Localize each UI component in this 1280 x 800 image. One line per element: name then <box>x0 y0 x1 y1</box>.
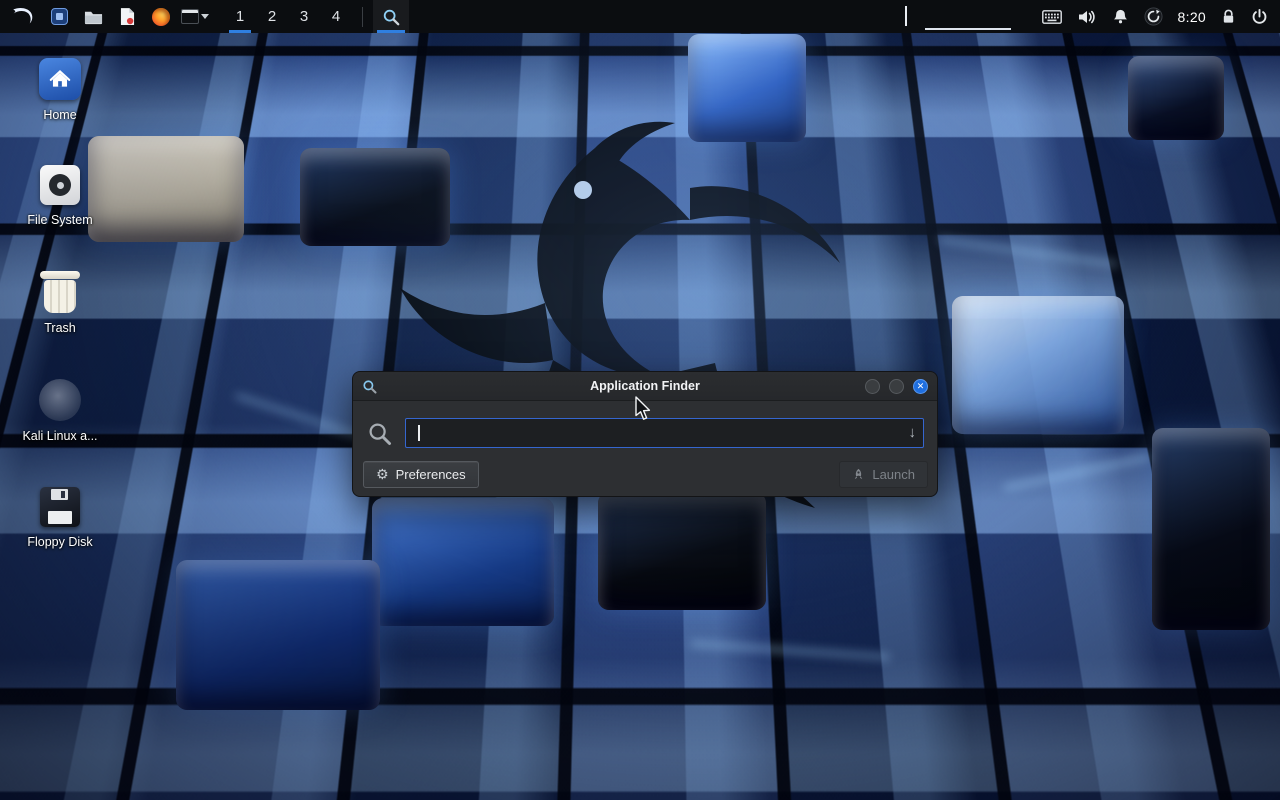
updates-applet[interactable] <box>1144 0 1163 33</box>
top-panel: 1 2 3 4 <box>0 0 1280 33</box>
trash-icon <box>42 271 78 313</box>
preferences-button[interactable]: ⚙ Preferences <box>363 461 479 488</box>
update-icon <box>1144 7 1163 26</box>
window-controls: ✕ <box>865 379 928 394</box>
volume-control[interactable] <box>1077 0 1097 33</box>
panel-indicator-mark <box>905 6 907 26</box>
firefox-launcher[interactable] <box>146 0 176 33</box>
desktop-icon-home[interactable]: Home <box>12 58 108 122</box>
workspace-1[interactable]: 1 <box>224 0 256 33</box>
application-finder-window: Application Finder ✕ ↓ ⚙ Preferences <box>352 371 938 497</box>
workspace-switcher: 1 2 3 4 <box>224 0 352 33</box>
dashboard-launcher[interactable] <box>44 0 74 33</box>
launch-label: Launch <box>872 467 915 482</box>
desktop-icon-label: Trash <box>44 321 76 335</box>
launch-button[interactable]: Launch <box>839 461 928 488</box>
app-finder-icon <box>382 8 400 26</box>
file-system-icon <box>40 165 80 205</box>
panel-launchers <box>0 0 210 33</box>
bell-icon <box>1112 8 1129 25</box>
text-editor-launcher[interactable] <box>112 0 142 33</box>
lock-icon <box>1221 8 1236 25</box>
history-dropdown-icon[interactable]: ↓ <box>909 424 917 441</box>
search-icon <box>367 421 392 446</box>
keyboard-icon <box>1042 10 1062 24</box>
panel-separator <box>362 7 363 27</box>
desktop-icon-label: Floppy Disk <box>27 535 92 549</box>
workspace-2[interactable]: 2 <box>256 0 288 33</box>
terminal-icon <box>181 9 199 24</box>
text-editor-icon <box>120 7 135 26</box>
clock[interactable]: 8:20 <box>1178 0 1206 33</box>
taskbar-application-finder[interactable] <box>373 0 409 33</box>
workspace-3[interactable]: 3 <box>288 0 320 33</box>
window-app-finder-icon <box>362 379 377 394</box>
panel-indicator-line <box>925 28 1011 30</box>
desktop-icon-label: Kali Linux a... <box>22 429 97 443</box>
close-button[interactable]: ✕ <box>913 379 928 394</box>
desktop-icon-label: File System <box>27 213 92 227</box>
gear-icon: ⚙ <box>376 467 389 483</box>
home-icon <box>39 58 81 100</box>
screen-lock[interactable] <box>1221 0 1236 33</box>
power-menu[interactable] <box>1251 0 1268 33</box>
mouse-cursor <box>634 396 653 422</box>
chevron-down-icon[interactable] <box>201 14 209 19</box>
terminal-launcher[interactable] <box>180 0 210 33</box>
system-tray: 8:20 <box>1042 0 1280 33</box>
file-manager-icon <box>84 9 103 25</box>
preferences-label: Preferences <box>396 467 466 482</box>
kali-logo-icon <box>10 4 36 30</box>
workspace-4[interactable]: 4 <box>320 0 352 33</box>
dialog-buttons: ⚙ Preferences Launch <box>353 448 937 496</box>
power-icon <box>1251 8 1268 25</box>
window-title: Application Finder <box>353 379 937 393</box>
desktop-icon-file-system[interactable]: File System <box>12 165 108 227</box>
desktop-icon-kali-docs[interactable]: Kali Linux a... <box>12 379 108 443</box>
text-caret <box>418 425 420 441</box>
file-manager-launcher[interactable] <box>78 0 108 33</box>
maximize-button[interactable] <box>889 379 904 394</box>
floppy-disk-icon <box>40 487 80 527</box>
desktop-icon-floppy[interactable]: Floppy Disk <box>12 487 108 549</box>
desktop-icon-trash[interactable]: Trash <box>12 271 108 335</box>
volume-icon <box>1077 9 1097 25</box>
desktop-icon-label: Home <box>43 108 76 122</box>
kali-docs-icon <box>39 379 81 421</box>
notifications[interactable] <box>1112 0 1129 33</box>
search-input[interactable]: ↓ <box>405 418 924 448</box>
keyboard-indicator[interactable] <box>1042 0 1062 33</box>
launch-icon <box>852 468 865 481</box>
dashboard-icon <box>51 8 68 25</box>
minimize-button[interactable] <box>865 379 880 394</box>
firefox-icon <box>152 8 170 26</box>
kali-menu-button[interactable] <box>6 0 40 33</box>
